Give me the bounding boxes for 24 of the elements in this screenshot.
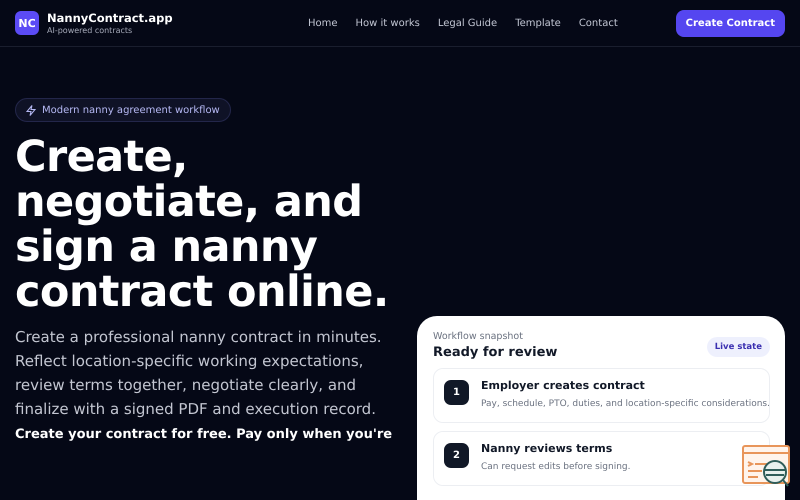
brand-name: NannyContract.app — [47, 10, 174, 24]
step-number: 2 — [444, 443, 469, 468]
nav-link[interactable]: Legal Guide — [438, 18, 498, 28]
hero-description: Create a professional nanny contract in minutes. Reflect location-specific working expectations, review terms together, negotiate clearly, and finalize with a signed PDF and execution record. — [15, 327, 383, 420]
lightning-icon — [26, 104, 36, 116]
status-pill: Live state — [706, 337, 770, 357]
step-description: Pay, schedule, PTO, duties, and location-specific considerations. — [481, 399, 770, 409]
create-contract-button[interactable]: Create Contract — [676, 10, 785, 36]
logo: NC — [15, 11, 39, 35]
step-title: Nanny reviews terms — [481, 442, 614, 456]
nav-link[interactable]: Template — [515, 18, 561, 28]
step-title: Employer creates contract — [481, 379, 646, 393]
card-title: Ready for review — [433, 345, 558, 360]
brand-tagline: AI-powered contracts — [47, 24, 134, 36]
browser-search-icon[interactable] — [742, 445, 790, 489]
nav-link[interactable]: Contact — [578, 18, 618, 28]
nav-link[interactable]: Home — [308, 18, 338, 28]
badge-text: Modern nanny agreement workflow — [42, 104, 220, 116]
nav-link[interactable]: How it works — [356, 18, 420, 28]
step-description: Can request edits before signing. — [481, 462, 630, 472]
hero-headline: Create, negotiate, and sign a nanny contract online. — [15, 135, 390, 315]
pricing-note: Create your contract for free. Pay only when you're — [15, 427, 392, 442]
step-number: 1 — [444, 380, 469, 405]
card-label: Workflow snapshot — [433, 331, 524, 343]
